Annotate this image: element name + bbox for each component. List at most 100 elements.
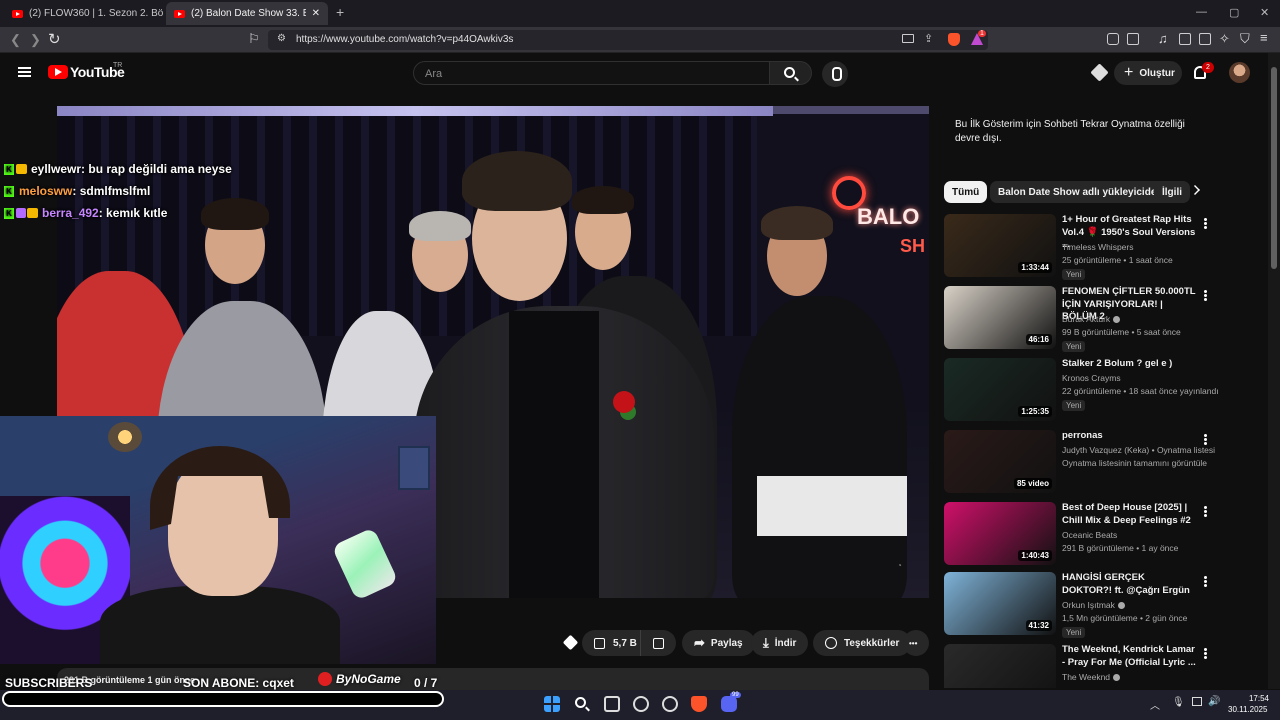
- screenshot-icon[interactable]: [1127, 33, 1139, 45]
- minimize-button[interactable]: —: [1196, 6, 1207, 18]
- channel-name-text: Timeless Whispers: [1062, 242, 1134, 252]
- video-thumbnail[interactable]: 85 video: [944, 430, 1056, 493]
- channel-name[interactable]: The Weeknd: [1062, 672, 1121, 682]
- chat-message: K berra_492 : kemık kıtle: [4, 202, 304, 224]
- discord-icon[interactable]: [721, 696, 737, 712]
- hamburger-menu-icon[interactable]: [18, 67, 31, 77]
- reload-icon[interactable]: ↻: [48, 30, 61, 48]
- recommendation-item[interactable]: 1:25:35 Stalker 2 Bolum ? gel e ) Kronos C…: [944, 358, 1219, 424]
- wallet-icon[interactable]: [1199, 33, 1211, 45]
- duration-badge: 1:40:43: [1018, 550, 1052, 561]
- chip-all[interactable]: Tümü: [944, 181, 988, 203]
- close-tab-icon[interactable]: ✕: [312, 8, 320, 19]
- plus-icon: +: [1124, 64, 1134, 81]
- site-info-icon[interactable]: ⚙: [277, 33, 286, 44]
- more-options-icon[interactable]: [1204, 218, 1207, 221]
- back-icon[interactable]: ❮: [10, 32, 21, 48]
- more-options-icon[interactable]: [1204, 434, 1207, 437]
- video-thumbnail[interactable]: 1:33:44: [944, 214, 1056, 277]
- video-thumbnail[interactable]: 46:16: [944, 286, 1056, 349]
- page-scrollbar[interactable]: [1268, 53, 1280, 689]
- create-button[interactable]: + Oluştur: [1114, 61, 1182, 85]
- share-page-icon[interactable]: ⇪: [924, 32, 933, 45]
- thanks-button[interactable]: Teşekkürler: [813, 630, 912, 656]
- recommendation-item[interactable]: 1:33:44 1+ Hour of Greatest Rap Hits Vol.…: [944, 214, 1214, 280]
- brave-browser-icon[interactable]: [691, 696, 707, 712]
- recommendation-item[interactable]: The Weeknd, Kendrick Lamar - Pray For Me…: [944, 644, 1214, 688]
- chatgpt-icon[interactable]: [633, 696, 649, 712]
- channel-name[interactable]: Burak Aktürk: [1062, 314, 1121, 324]
- chip-related[interactable]: İlgili: [1154, 181, 1190, 203]
- recommendation-title[interactable]: HANGİSİ GERÇEK DOKTOR?! ft. @Çağrı Ergün: [1062, 572, 1197, 597]
- address-bar[interactable]: ⚙ https://www.youtube.com/watch?v=p44OAw…: [268, 30, 988, 50]
- recommendation-item[interactable]: 1:40:43 Best of Deep House [2025] | Chill…: [944, 502, 1214, 568]
- chat-text: : sdmlfmslfml: [72, 184, 151, 198]
- taskbar-search-icon[interactable]: [574, 696, 590, 712]
- search-button[interactable]: [770, 61, 812, 85]
- user-avatar[interactable]: [1229, 62, 1250, 83]
- youtube-logo-icon[interactable]: [48, 65, 68, 79]
- more-options-icon[interactable]: [1204, 576, 1207, 579]
- media-icon[interactable]: ♫: [1158, 31, 1168, 46]
- task-view-icon[interactable]: [604, 696, 620, 712]
- channel-name[interactable]: Oceanic Beats: [1062, 530, 1117, 540]
- tray-mic-icon[interactable]: 🎙: [1172, 697, 1185, 708]
- maximize-button[interactable]: ▢: [1229, 6, 1239, 19]
- chip-from-uploader[interactable]: Balon Date Show adlı yükleyiciden: [990, 181, 1171, 203]
- share-button[interactable]: ➦ Paylaş: [682, 630, 755, 656]
- cast-icon[interactable]: [902, 34, 914, 43]
- tray-volume-icon[interactable]: 🔊: [1208, 696, 1220, 707]
- voice-search-button[interactable]: [822, 61, 848, 87]
- video-thumbnail[interactable]: 1:40:43: [944, 502, 1056, 565]
- channel-name[interactable]: Orkun Işıtmak: [1062, 600, 1125, 610]
- video-thumbnail[interactable]: 41:32: [944, 572, 1056, 635]
- premium-gem-icon[interactable]: [1090, 63, 1109, 82]
- forward-icon[interactable]: ❯: [30, 32, 41, 48]
- tab-flow360[interactable]: (2) FLOW360 | 1. Sezon 2. Bölüm | Ş: [4, 2, 164, 25]
- like-button[interactable]: 5,7 B: [582, 630, 649, 656]
- bookmark-icon[interactable]: ⚐: [248, 31, 260, 47]
- sidebar-icon[interactable]: [1179, 33, 1191, 45]
- menu-icon[interactable]: ≡: [1260, 30, 1268, 45]
- new-tab-button[interactable]: +: [336, 4, 344, 20]
- extensions-icon[interactable]: [1107, 33, 1119, 45]
- ask-ai-icon[interactable]: [562, 634, 579, 651]
- video-thumbnail[interactable]: 1:25:35: [944, 358, 1056, 421]
- more-options-icon[interactable]: [1204, 506, 1207, 509]
- obs-icon[interactable]: [662, 696, 678, 712]
- chat-username: eyllwewr: [31, 162, 82, 176]
- streamer-webcam: [0, 416, 436, 664]
- recommendation-item[interactable]: 41:32 HANGİSİ GERÇEK DOKTOR?! ft. @Çağrı …: [944, 572, 1214, 638]
- search-input[interactable]: Ara: [413, 61, 770, 85]
- dislike-button[interactable]: [640, 630, 676, 656]
- recommendation-item[interactable]: 85 video perronas Judyth Vazquez (Keka) • …: [944, 430, 1215, 496]
- more-options-icon[interactable]: [1204, 648, 1207, 651]
- tray-chevron-icon[interactable]: ︿: [1150, 697, 1160, 712]
- download-button[interactable]: ⤓ İndir: [751, 630, 809, 656]
- close-window-button[interactable]: ✕: [1260, 6, 1269, 19]
- channel-name[interactable]: Judyth Vazquez (Keka) • Oynatma listesi: [1062, 445, 1215, 455]
- recommendation-title[interactable]: Stalker 2 Bolum ? gel e ): [1062, 358, 1197, 371]
- new-badge: Yeni: [1062, 341, 1086, 352]
- tray-network-icon[interactable]: [1192, 697, 1202, 706]
- more-actions-button[interactable]: •••: [903, 630, 929, 656]
- video-thumbnail[interactable]: [944, 644, 1056, 688]
- recommendation-title[interactable]: The Weeknd, Kendrick Lamar - Pray For Me…: [1062, 644, 1197, 669]
- leo-ai-icon[interactable]: ✧: [1219, 31, 1230, 47]
- clock-date[interactable]: 30.11.2025: [1228, 705, 1267, 714]
- recommendation-title[interactable]: perronas: [1062, 430, 1197, 443]
- brave-shield-icon[interactable]: [948, 33, 960, 46]
- recommendation-item[interactable]: 46:16 FENOMEN ÇİFTLER 50.000TL İÇİN YARIŞ…: [944, 286, 1214, 352]
- more-options-icon[interactable]: [1204, 290, 1207, 293]
- tab-balon-date-show[interactable]: (2) Balon Date Show 33. Bölüm ✕: [166, 2, 328, 25]
- clock-time[interactable]: 17:54: [1243, 694, 1269, 703]
- channel-name[interactable]: Kronos Crayms: [1062, 373, 1121, 383]
- vpn-icon[interactable]: ⛉: [1240, 31, 1250, 47]
- channel-name[interactable]: Timeless Whispers: [1062, 242, 1133, 252]
- youtube-header: YouTube TR Ara + Oluştur 2: [0, 53, 1268, 93]
- subscribers-label: SUBSCRIBERS: [5, 676, 93, 690]
- scrollbar-thumb[interactable]: [1271, 67, 1277, 269]
- windows-start-icon[interactable]: [544, 696, 560, 712]
- thumbs-down-icon: [653, 637, 664, 649]
- recommendation-title[interactable]: Best of Deep House [2025] | Chill Mix & …: [1062, 502, 1197, 527]
